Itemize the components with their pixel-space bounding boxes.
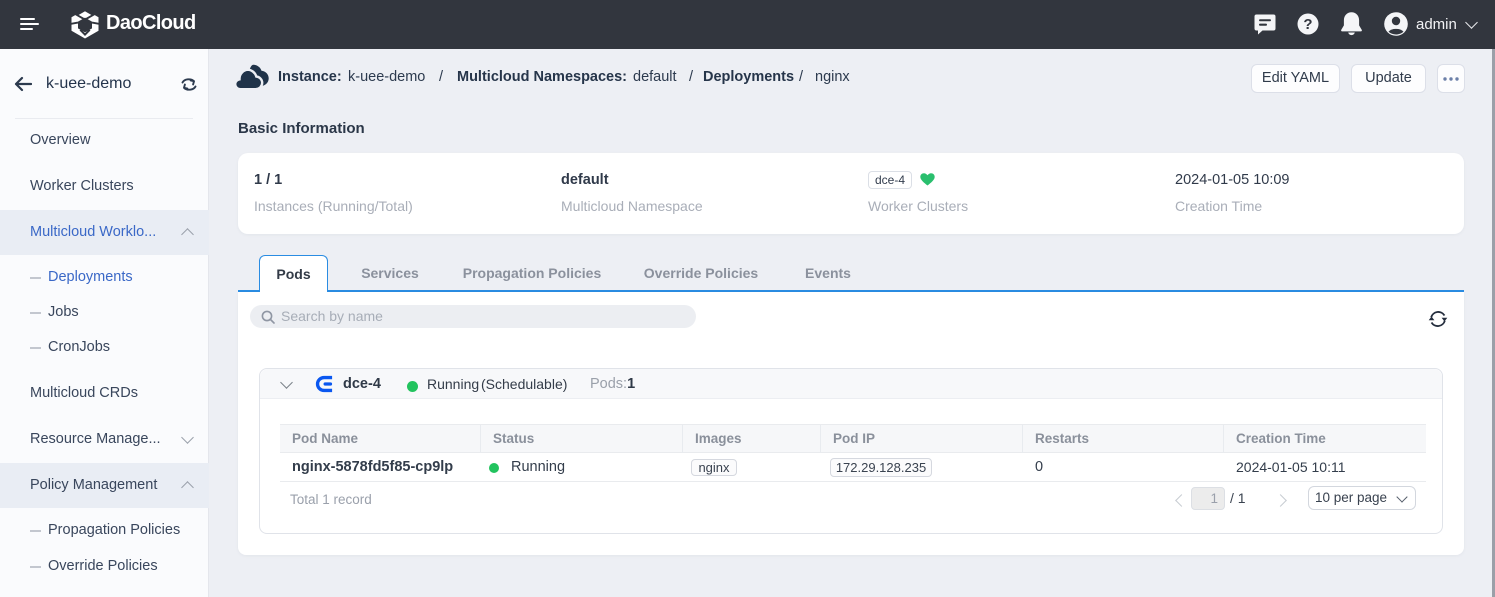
svg-text:?: ? bbox=[1303, 16, 1312, 33]
